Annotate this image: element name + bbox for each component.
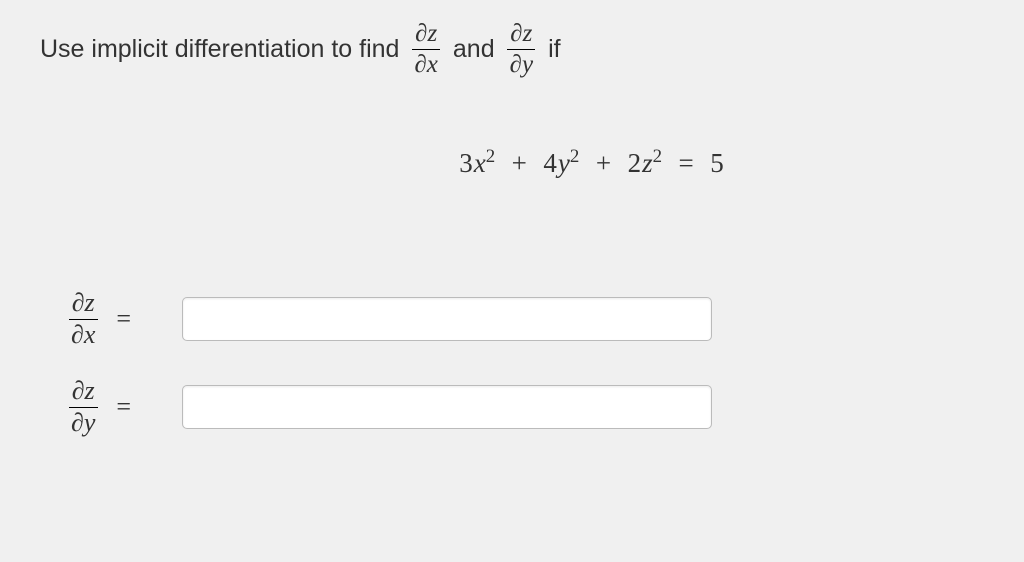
eq-sign: =: [679, 148, 695, 178]
fraction-numerator: ∂z: [412, 20, 440, 50]
fraction-denominator: ∂x: [411, 50, 440, 79]
problem-conjunction: and: [453, 35, 495, 64]
fraction-denominator: ∂x: [68, 320, 98, 350]
answer-label-dzdx: ∂z ∂x =: [64, 289, 164, 349]
fraction-dz-dx-label: ∂z ∂x: [68, 289, 98, 349]
problem-statement: Use implicit differentiation to find ∂z …: [40, 20, 984, 78]
var: x: [474, 148, 487, 178]
power: 2: [653, 146, 663, 167]
problem-tail: if: [548, 35, 561, 64]
fraction-numerator: ∂z: [507, 20, 535, 50]
coef: 4: [543, 148, 558, 178]
fraction-denominator: ∂y: [507, 50, 536, 79]
fraction-dz-dx: ∂z ∂x: [411, 20, 440, 78]
fraction-numerator: ∂z: [69, 289, 98, 320]
var: z: [642, 148, 654, 178]
fraction-dz-dy: ∂z ∂y: [507, 20, 536, 78]
power: 2: [486, 146, 496, 167]
coef: 2: [628, 148, 643, 178]
equals-sign: =: [116, 304, 131, 334]
fraction-numerator: ∂z: [69, 377, 98, 408]
fraction-dz-dy-label: ∂z ∂y: [68, 377, 98, 437]
var: y: [558, 148, 571, 178]
power: 2: [570, 146, 580, 167]
fraction-denominator: ∂y: [68, 408, 98, 438]
coef: 3: [459, 148, 474, 178]
equation-display: 3x2 + 4y2 + 2z2 = 5: [200, 148, 984, 179]
equals-sign: =: [116, 392, 131, 422]
op: +: [512, 148, 528, 178]
dzdy-input[interactable]: [182, 385, 712, 429]
answer-area: ∂z ∂x = ∂z ∂y =: [64, 289, 984, 437]
answer-row-dzdx: ∂z ∂x =: [64, 289, 984, 349]
op: +: [596, 148, 612, 178]
answer-row-dzdy: ∂z ∂y =: [64, 377, 984, 437]
answer-label-dzdy: ∂z ∂y =: [64, 377, 164, 437]
dzdx-input[interactable]: [182, 297, 712, 341]
rhs: 5: [710, 148, 725, 178]
problem-lead: Use implicit differentiation to find: [40, 35, 399, 64]
